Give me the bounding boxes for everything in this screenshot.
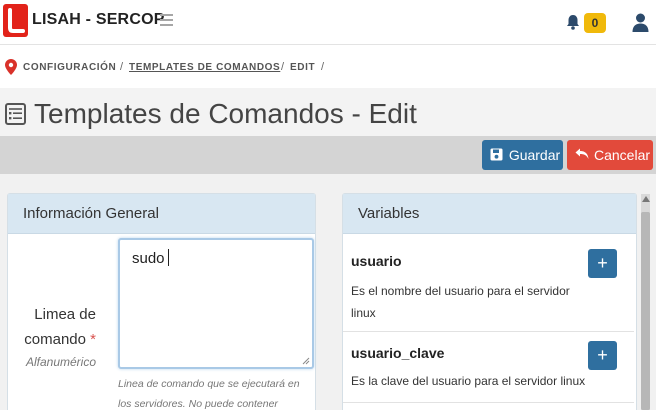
text-cursor	[167, 249, 169, 266]
command-label-line2: comando	[24, 331, 86, 348]
breadcrumb-separator: /	[120, 61, 124, 73]
panel-heading: Variables	[343, 194, 636, 234]
app-logo[interactable]	[3, 4, 28, 37]
command-help-text: Linea de comando que se ejecutará en los…	[118, 378, 300, 410]
cancel-button[interactable]: Cancelar	[567, 140, 653, 170]
bell-icon[interactable]	[565, 14, 581, 30]
command-value: sudo	[132, 250, 165, 267]
field-type-hint: Alfanumérico	[25, 355, 96, 369]
scrollbar[interactable]	[641, 194, 650, 410]
hamburger-icon[interactable]	[160, 14, 173, 26]
variables-panel: Variables usuario + Es el nombre del usu…	[342, 193, 637, 410]
breadcrumb-item-edit: EDIT	[290, 62, 316, 73]
scroll-up-arrow-icon[interactable]	[642, 196, 650, 202]
map-pin-icon	[5, 59, 17, 75]
add-variable-button[interactable]: +	[588, 341, 617, 370]
app-title: LISAH - SERCOP	[32, 11, 165, 28]
general-info-panel: Información General Limea de comando * A…	[7, 193, 316, 410]
variable-description: Es la clave del usuario para el servidor…	[351, 374, 586, 388]
main-content: Información General Limea de comando * A…	[0, 174, 656, 410]
variable-description: Es el nombre del usuario para el servido…	[351, 284, 570, 320]
action-toolbar: Guardar Cancelar	[0, 136, 656, 174]
breadcrumb-separator: /	[281, 61, 285, 73]
page-header: Templates de Comandos - Edit	[0, 88, 656, 136]
variable-name: usuario_clave	[351, 345, 445, 361]
breadcrumb-item-configuracion[interactable]: CONFIGURACIÓN	[23, 62, 116, 73]
document-list-icon	[5, 103, 26, 125]
scrollbar-thumb[interactable]	[641, 212, 650, 410]
breadcrumb-separator: /	[321, 61, 325, 73]
user-icon[interactable]	[632, 13, 649, 32]
variable-item: usuario_clave + Es la clave del usuario …	[343, 333, 634, 403]
save-button[interactable]: Guardar	[482, 140, 563, 170]
required-asterisk: *	[90, 331, 96, 348]
undo-arrow-icon	[575, 148, 589, 159]
breadcrumb: CONFIGURACIÓN / TEMPLATES DE COMANDOS / …	[0, 46, 656, 88]
top-navbar: LISAH - SERCOP 0	[0, 0, 656, 45]
resize-handle-icon[interactable]	[302, 357, 310, 365]
save-button-label: Guardar	[508, 147, 561, 163]
panel-heading: Información General	[8, 194, 315, 234]
floppy-disk-icon	[490, 148, 503, 161]
notification-badge[interactable]: 0	[584, 13, 606, 33]
variable-name: usuario	[351, 253, 402, 269]
command-label: Limea de comando *	[8, 302, 96, 352]
breadcrumb-item-templates[interactable]: TEMPLATES DE COMANDOS	[129, 62, 280, 73]
variable-item: usuario + Es el nombre del usuario para …	[343, 240, 634, 332]
cancel-button-label: Cancelar	[593, 147, 651, 163]
page-title: Templates de Comandos - Edit	[34, 98, 417, 129]
command-textarea[interactable]: sudo	[118, 238, 314, 369]
add-variable-button[interactable]: +	[588, 249, 617, 278]
command-label-line1: Limea de	[34, 306, 96, 323]
